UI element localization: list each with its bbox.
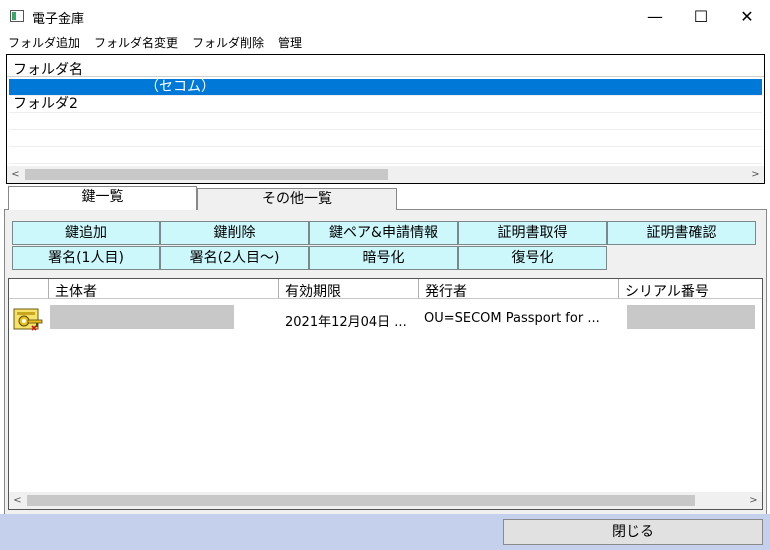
maximize-button[interactable]: ☐ — [678, 0, 724, 32]
serial-redacted — [627, 305, 755, 329]
close-window-button[interactable]: ✕ — [724, 0, 770, 32]
scroll-left-icon[interactable]: < — [7, 166, 24, 183]
get-certificate-button[interactable]: 証明書取得 — [458, 221, 607, 245]
menu-delete-folder[interactable]: フォルダ削除 — [184, 32, 270, 52]
folder-name: （セコム） — [145, 79, 215, 95]
check-certificate-button[interactable]: 証明書確認 — [607, 221, 756, 245]
folder-row-empty — [9, 130, 762, 147]
close-icon: ✕ — [740, 6, 754, 26]
sign-first-button[interactable]: 署名(1人目) — [12, 246, 160, 270]
icon-column-header[interactable] — [9, 279, 49, 299]
key-horizontal-scrollbar[interactable]: < > — [9, 492, 762, 509]
window-title: 電子金庫 — [32, 12, 85, 27]
scroll-right-icon[interactable]: > — [745, 492, 762, 509]
folder-row-empty — [9, 147, 762, 164]
scroll-left-icon[interactable]: < — [9, 492, 26, 509]
issuer-cell: OU=SECOM Passport for ... — [424, 311, 600, 326]
column-header-issuer[interactable]: 発行者 — [419, 279, 619, 300]
folder-list: フォルダ名 （セコム） フォルダ2 < > — [6, 54, 765, 184]
folder-row-empty — [9, 113, 762, 130]
scroll-thumb[interactable] — [27, 495, 695, 506]
subject-redacted — [50, 305, 234, 329]
key-certificate-icon — [13, 308, 43, 331]
add-key-button[interactable]: 鍵追加 — [12, 221, 160, 245]
keypair-request-button[interactable]: 鍵ペア&申請情報 — [309, 221, 458, 245]
column-header-serial[interactable]: シリアル番号 — [619, 279, 762, 300]
folder-column-header[interactable]: フォルダ名 — [7, 55, 764, 78]
minimize-button[interactable]: — — [632, 0, 678, 32]
key-list: 主体者 有効期限 発行者 シリアル番号 2021年12月04日 ... OU=S… — [8, 278, 763, 510]
tab-other-list[interactable]: その他一覧 — [197, 188, 397, 210]
menu-add-folder[interactable]: フォルダ追加 — [0, 32, 86, 52]
menu-bar: フォルダ追加 フォルダ名変更 フォルダ削除 管理 — [0, 32, 770, 52]
sign-second-button[interactable]: 署名(2人目〜) — [160, 246, 309, 270]
tab-key-list[interactable]: 鍵一覧 — [8, 186, 197, 210]
column-header-subject[interactable]: 主体者 — [49, 279, 279, 300]
folder-row-selected[interactable]: （セコム） — [9, 79, 762, 96]
app-icon — [10, 10, 24, 22]
menu-manage[interactable]: 管理 — [270, 32, 308, 52]
delete-key-button[interactable]: 鍵削除 — [160, 221, 309, 245]
scroll-right-icon[interactable]: > — [747, 166, 764, 183]
folder-horizontal-scrollbar[interactable]: < > — [7, 166, 764, 183]
decrypt-button[interactable]: 復号化 — [458, 246, 607, 270]
folder-row[interactable]: フォルダ2 — [9, 96, 762, 113]
encrypt-button[interactable]: 暗号化 — [309, 246, 458, 270]
scroll-thumb[interactable] — [25, 169, 388, 180]
maximize-icon: ☐ — [693, 6, 709, 26]
folder-name: フォルダ2 — [13, 96, 78, 112]
expiry-cell: 2021年12月04日 ... — [285, 315, 407, 330]
minimize-icon: — — [647, 6, 663, 26]
title-bar: 電子金庫 — ☐ ✕ — [0, 0, 770, 32]
menu-rename-folder[interactable]: フォルダ名変更 — [86, 32, 184, 52]
column-header-expiry[interactable]: 有効期限 — [279, 279, 419, 300]
close-button[interactable]: 閉じる — [503, 519, 763, 545]
key-row[interactable]: 2021年12月04日 ... OU=SECOM Passport for ..… — [9, 300, 762, 336]
